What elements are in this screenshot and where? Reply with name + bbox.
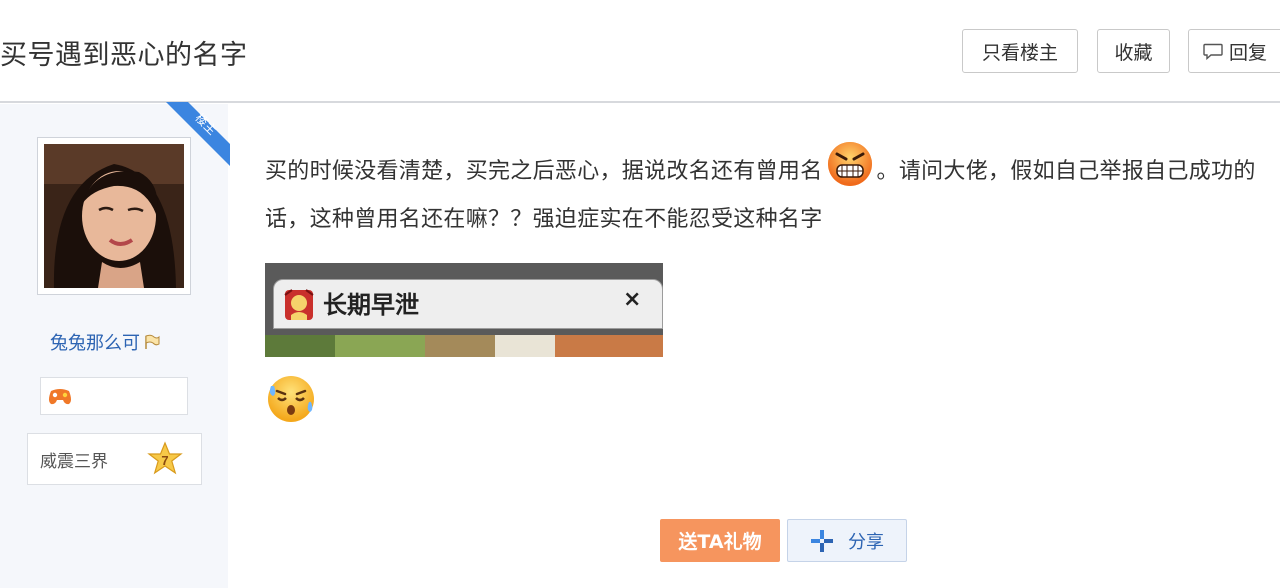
share-plus-icon — [811, 529, 833, 552]
reply-button[interactable]: 回复 — [1188, 29, 1280, 73]
level-number: 7 — [161, 453, 168, 468]
page-title: 买号遇到恶心的名字 — [0, 40, 248, 71]
comment-bubble-icon — [1203, 43, 1223, 60]
collect-button[interactable]: 收藏 — [1097, 29, 1170, 73]
username-link[interactable]: 兔兔那么可 — [50, 329, 161, 355]
op-ribbon: 楼主 — [166, 102, 230, 166]
reply-button-label: 回复 — [1229, 41, 1268, 64]
level-name: 威震三界 — [40, 451, 108, 472]
member-badge-box[interactable] — [40, 377, 188, 415]
send-gift-button[interactable]: 送TA礼物 — [660, 519, 780, 562]
share-button[interactable]: 分享 — [787, 519, 907, 562]
share-button-label: 分享 — [848, 531, 884, 553]
angry-face-icon — [827, 142, 872, 186]
game-character-icon — [284, 289, 314, 320]
scene-strip — [265, 335, 663, 357]
username: 兔兔那么可 — [50, 333, 140, 354]
game-nickname: 长期早泄 — [323, 291, 419, 319]
post-content: 买的时候没看清楚，买完之后恶心，据说改名还有曾用名 。请问大佬，假如自己举报自己… — [265, 138, 1265, 244]
flag-icon — [145, 334, 160, 349]
post-body: 买的时候没看清楚，买完之后恶心，据说改名还有曾用名 。请问大佬，假如自己举报自己… — [265, 138, 1265, 244]
user-avatar-image — [44, 144, 184, 288]
gamepad-icon — [49, 389, 71, 405]
close-icon: × — [623, 287, 642, 312]
author-sidebar: 兔兔那么可 威震三界 7 — [0, 104, 228, 588]
sweat-face-icon — [268, 376, 314, 422]
only-op-button[interactable]: 只看楼主 — [962, 29, 1078, 73]
post-header: 买号遇到恶心的名字 只看楼主 收藏 回复 — [0, 0, 1280, 103]
post-image[interactable]: 长期早泄 × — [265, 263, 663, 357]
post-text-part1: 买的时候没看清楚，买完之后恶心，据说改名还有曾用名 — [265, 159, 823, 184]
level-star-icon: 7 — [147, 441, 183, 475]
level-badge[interactable]: 威震三界 7 — [27, 433, 202, 485]
